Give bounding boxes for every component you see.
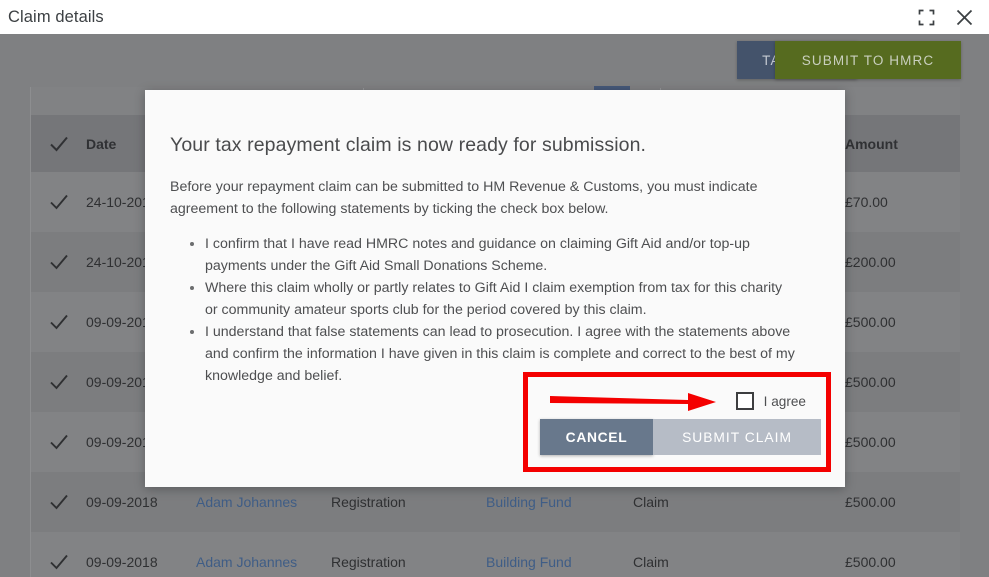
- dialog-button-row: CANCEL SUBMIT CLAIM: [540, 419, 821, 455]
- row-check-icon[interactable]: [31, 489, 86, 515]
- row-check-icon[interactable]: [31, 249, 86, 275]
- agree-checkbox-row: I agree: [735, 392, 806, 410]
- cell-fund[interactable]: Building Fund: [486, 554, 633, 570]
- agree-checkbox[interactable]: [735, 392, 754, 410]
- agree-checkbox-label: I agree: [763, 393, 806, 409]
- row-check-icon[interactable]: [31, 429, 86, 455]
- table-row[interactable]: 09-09-2018 Adam Johannes Registration Bu…: [31, 532, 960, 577]
- cell-donor[interactable]: Adam Johannes: [196, 554, 331, 570]
- column-header-amount[interactable]: Amount: [845, 136, 960, 152]
- highlighted-action-region: I agree CANCEL SUBMIT CLAIM: [523, 372, 831, 472]
- cell-claim: Claim: [633, 494, 669, 510]
- cell-claim: Claim: [633, 554, 669, 570]
- right-arrow-annotation-icon: [550, 393, 716, 411]
- submit-to-hmrc-label: SUBMIT TO HMRC: [801, 52, 935, 68]
- cell-type: Registration: [331, 554, 406, 570]
- cell-date: 09-09-2018: [86, 554, 158, 570]
- cell-amount: £200.00: [845, 254, 896, 270]
- dialog-intro-text: Before your repayment claim can be submi…: [170, 179, 758, 217]
- submit-claim-button: SUBMIT CLAIM: [653, 419, 821, 455]
- dialog-title: Your tax repayment claim is now ready fo…: [170, 134, 647, 156]
- claim-details-window: Claim details TASKS SUBMIT TO H: [0, 0, 989, 577]
- cell-amount: £70.00: [845, 194, 888, 210]
- cell-type: Registration: [331, 494, 406, 510]
- cancel-button-label: CANCEL: [565, 429, 628, 445]
- cancel-button[interactable]: CANCEL: [540, 419, 653, 455]
- declaration-statement-item: I confirm that I have read HMRC notes an…: [188, 233, 796, 277]
- window-titlebar: Claim details: [0, 0, 989, 34]
- cell-amount: £500.00: [845, 314, 896, 330]
- action-toolbar: TASKS SUBMIT TO HMRC: [0, 34, 989, 87]
- cell-amount: £500.00: [845, 494, 896, 510]
- cell-amount: £500.00: [845, 374, 896, 390]
- row-check-icon[interactable]: [31, 309, 86, 335]
- submit-claim-button-label: SUBMIT CLAIM: [682, 429, 792, 445]
- submission-confirmation-dialog: Your tax repayment claim is now ready fo…: [145, 90, 845, 487]
- cell-amount: £500.00: [845, 434, 896, 450]
- row-check-icon[interactable]: [31, 189, 86, 215]
- row-check-icon[interactable]: [31, 369, 86, 395]
- cell-donor[interactable]: Adam Johannes: [196, 494, 331, 510]
- close-icon[interactable]: [953, 6, 975, 28]
- row-check-icon[interactable]: [31, 549, 86, 575]
- declaration-statement-list: I confirm that I have read HMRC notes an…: [188, 233, 796, 387]
- header-select-all-check-icon[interactable]: [31, 131, 86, 157]
- fullscreen-icon[interactable]: [915, 6, 937, 28]
- cell-fund[interactable]: Building Fund: [486, 494, 633, 510]
- declaration-statement-item: Where this claim wholly or partly relate…: [188, 277, 796, 321]
- submit-to-hmrc-button[interactable]: SUBMIT TO HMRC: [775, 41, 961, 79]
- page-title: Claim details: [8, 7, 104, 26]
- cell-date: 09-09-2018: [86, 494, 158, 510]
- window-controls: [915, 6, 975, 28]
- cell-amount: £500.00: [845, 554, 896, 570]
